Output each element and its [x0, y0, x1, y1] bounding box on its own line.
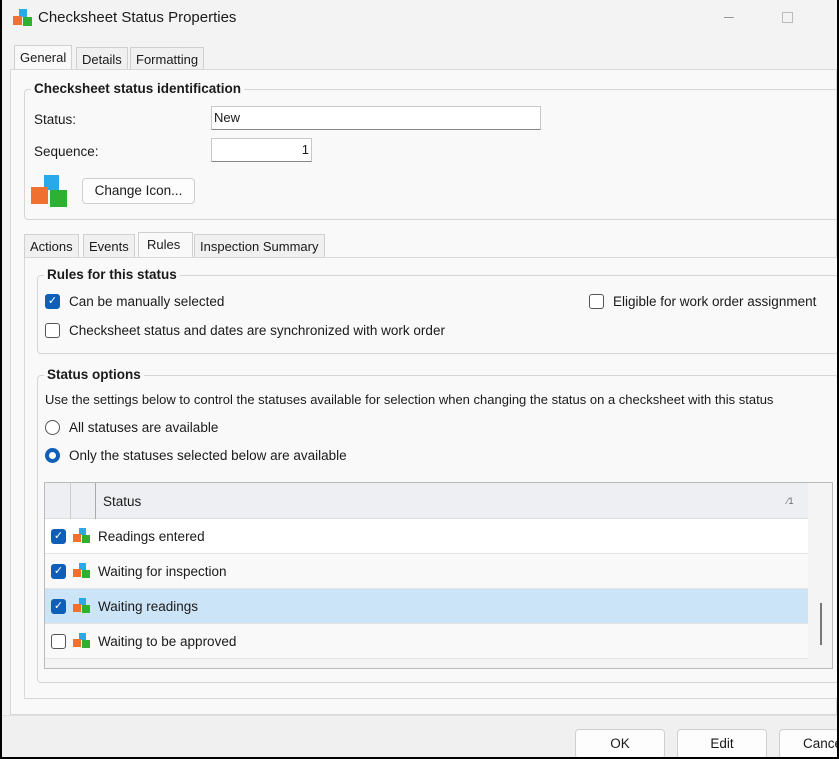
inner-tabs: Actions Events Rules Inspection Summary	[24, 232, 344, 257]
manual-label: Can be manually selected	[69, 294, 225, 309]
row-checkbox[interactable]: ✓	[51, 564, 66, 579]
grid-scrollbar[interactable]	[820, 603, 822, 645]
tab-inspection-summary[interactable]: Inspection Summary	[194, 234, 325, 257]
all-statuses-radio[interactable]	[45, 420, 60, 435]
dialog-window: Checksheet Status Properties General Det…	[2, 0, 837, 757]
row-label: Waiting for inspection	[98, 564, 227, 579]
identification-legend: Checksheet status identification	[31, 81, 245, 96]
grid-header: Status ⁄1	[45, 483, 808, 519]
grid-row-selected[interactable]: ✓ Waiting readings	[45, 589, 808, 624]
status-input[interactable]: New	[211, 106, 541, 130]
row-label: Waiting to be approved	[98, 634, 237, 649]
cubes-icon	[13, 9, 32, 26]
footer: OK Edit Cancel	[2, 715, 837, 757]
row-checkbox[interactable]	[51, 634, 66, 649]
grid-row[interactable]: ✓ Readings entered	[45, 519, 808, 554]
status-options-description: Use the settings below to control the st…	[45, 392, 774, 407]
sequence-label: Sequence:	[34, 144, 99, 159]
row-label: Waiting readings	[98, 599, 199, 614]
tab-rules[interactable]: Rules	[138, 232, 194, 257]
tab-formatting[interactable]: Formatting	[130, 47, 205, 70]
rules-legend: Rules for this status	[44, 267, 180, 282]
status-column-header[interactable]: Status	[103, 494, 141, 509]
sync-checkbox[interactable]	[45, 323, 60, 338]
sort-order: 1	[788, 496, 794, 506]
maximize-button[interactable]	[782, 12, 793, 23]
cubes-icon	[73, 598, 90, 613]
only-selected-radio[interactable]	[45, 448, 60, 463]
tab-events[interactable]: Events	[83, 234, 135, 257]
edit-button[interactable]: Edit	[677, 729, 767, 757]
sequence-input[interactable]: 1	[211, 138, 312, 162]
grid-row[interactable]: ✓ Waiting for inspection	[45, 554, 808, 589]
cubes-icon	[73, 563, 90, 578]
status-cubes-icon	[31, 175, 67, 207]
sort-indicator: ⁄1	[787, 496, 794, 506]
tab-actions[interactable]: Actions	[24, 234, 79, 257]
tab-details[interactable]: Details	[76, 47, 128, 70]
row-label: Readings entered	[98, 529, 205, 544]
sync-label: Checksheet status and dates are synchron…	[69, 323, 445, 338]
cubes-icon	[73, 633, 90, 648]
ok-button[interactable]: OK	[575, 729, 665, 757]
eligible-checkbox[interactable]	[589, 294, 604, 309]
identification-group: Checksheet status identification Status:…	[24, 81, 837, 220]
minimize-button[interactable]	[724, 17, 734, 18]
eligible-label: Eligible for work order assignment	[613, 294, 817, 309]
grid-row[interactable]: Waiting to be approved	[45, 624, 808, 659]
only-selected-label: Only the statuses selected below are ava…	[69, 448, 347, 463]
main-tabs: General Details Formatting	[14, 45, 214, 70]
status-label: Status:	[34, 112, 77, 127]
window-title: Checksheet Status Properties	[38, 9, 237, 26]
manual-checkbox[interactable]: ✓	[45, 294, 60, 309]
cancel-button[interactable]: Cancel	[779, 729, 837, 757]
status-grid: Status ⁄1 ✓ Readings entered ✓ Waiting f…	[44, 482, 833, 669]
status-options-legend: Status options	[44, 367, 144, 382]
row-checkbox[interactable]: ✓	[51, 529, 66, 544]
all-statuses-label: All statuses are available	[69, 420, 219, 435]
tab-general[interactable]: General	[14, 45, 73, 70]
row-checkbox[interactable]: ✓	[51, 599, 66, 614]
cubes-icon	[73, 528, 90, 543]
change-icon-button[interactable]: Change Icon...	[82, 178, 195, 204]
rules-group: Rules for this status ✓ Can be manually …	[37, 267, 837, 354]
